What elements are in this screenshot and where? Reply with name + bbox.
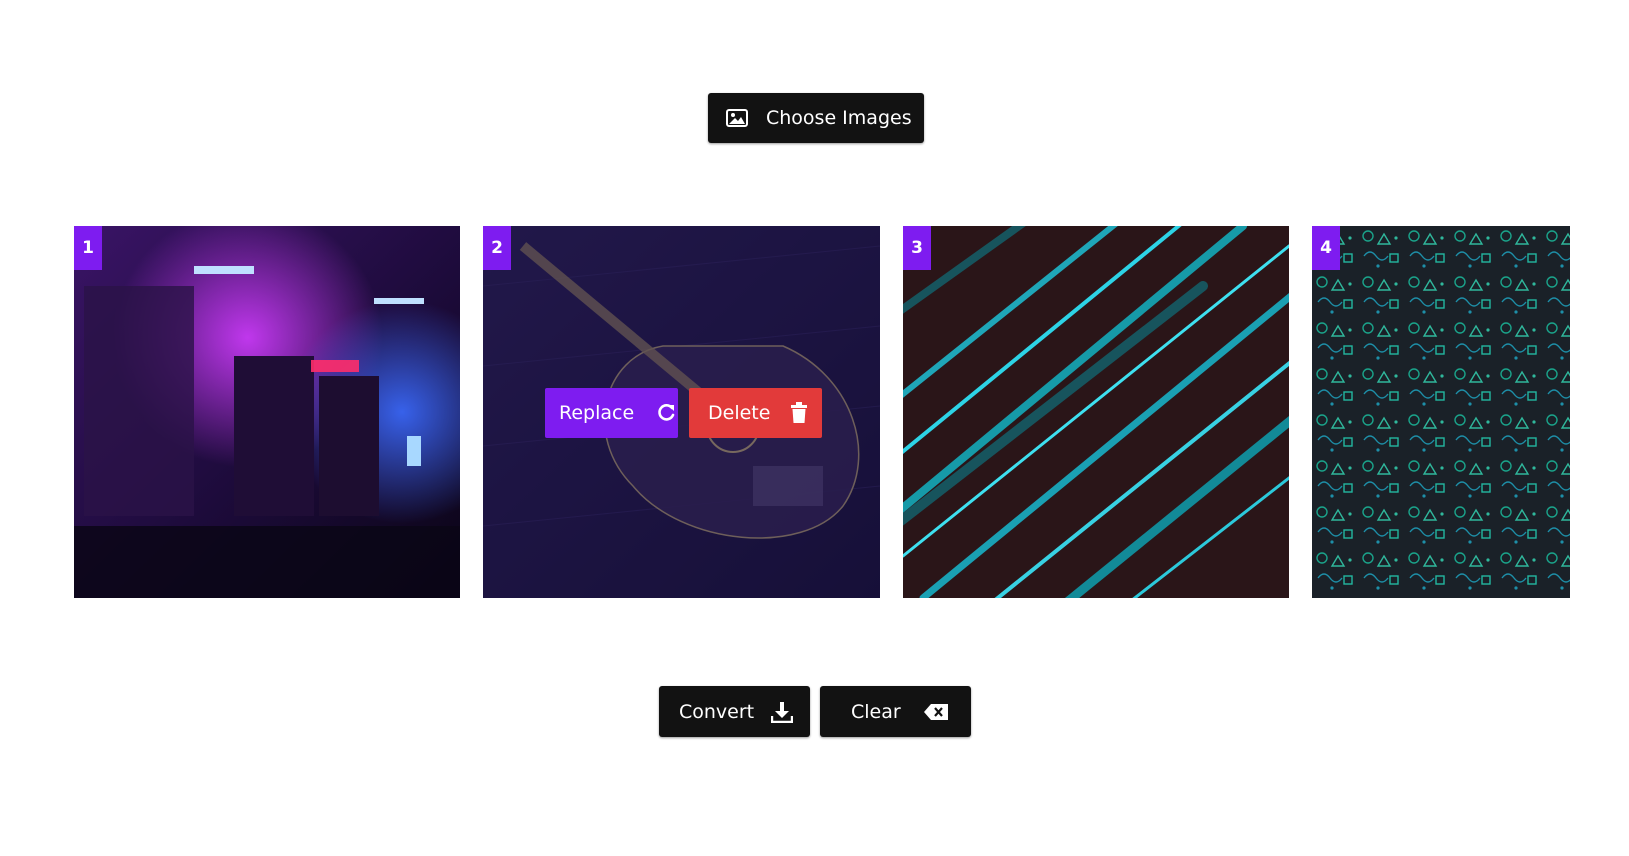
doodle-pattern-image xyxy=(1312,226,1570,598)
backspace-icon xyxy=(923,703,949,721)
download-icon xyxy=(771,701,794,723)
clear-button[interactable]: Clear xyxy=(820,686,971,737)
delete-label: Delete xyxy=(708,402,771,424)
convert-label: Convert xyxy=(679,700,755,723)
replace-label: Replace xyxy=(559,402,635,424)
clear-label: Clear xyxy=(851,700,901,723)
image-card-4[interactable]: 4 xyxy=(1312,226,1570,598)
refresh-icon xyxy=(656,403,676,423)
convert-button[interactable]: Convert xyxy=(659,686,810,737)
teal-stripes-image xyxy=(903,226,1289,598)
trash-icon xyxy=(790,402,808,424)
image-index-badge: 1 xyxy=(74,226,102,270)
image-index-badge: 2 xyxy=(483,226,511,270)
card-actions: Replace Delete xyxy=(545,388,822,438)
choose-images-button[interactable]: Choose Images xyxy=(708,93,924,143)
image-index-badge: 4 xyxy=(1312,226,1340,270)
image-card-3[interactable]: 3 xyxy=(903,226,1289,598)
replace-button[interactable]: Replace xyxy=(545,388,678,438)
delete-button[interactable]: Delete xyxy=(689,388,822,438)
choose-images-label: Choose Images xyxy=(766,107,912,129)
image-card-2[interactable]: 2 Replace Delete xyxy=(483,226,880,598)
neon-alley-image xyxy=(74,226,460,598)
image-index-badge: 3 xyxy=(903,226,931,270)
app-root: Choose Images 1 2 Replace Delete 3 4 Con… xyxy=(0,0,1629,856)
image-card-1[interactable]: 1 xyxy=(74,226,460,598)
image-icon xyxy=(726,109,748,127)
